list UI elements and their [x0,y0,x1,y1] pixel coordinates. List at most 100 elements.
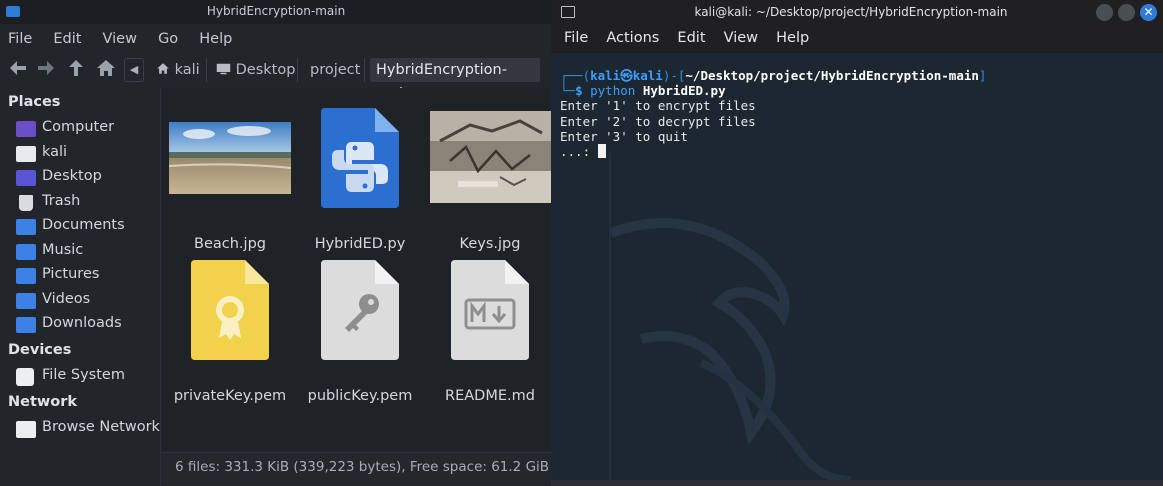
term-menu-actions[interactable]: Actions [606,25,659,51]
sidebar-item-label: Videos [42,291,91,307]
file-name: HybridED.py [314,236,406,252]
maximize-button[interactable] [1118,4,1135,21]
command-arg: HybridED.py [642,83,726,99]
minimize-button[interactable] [1096,4,1113,21]
places-header: Places [8,94,61,110]
fm-menu-view[interactable]: View [103,26,137,52]
fm-titlebar[interactable]: HybridEncryption-main [0,0,552,24]
term-menu-edit[interactable]: Edit [677,25,705,51]
breadcrumb-kali[interactable]: kali [150,58,206,82]
fm-menubar: File Edit View Go Help [0,26,552,52]
sidebar-item-label: Music [42,242,84,258]
sidebar-item-videos[interactable]: Videos [16,290,156,312]
chevron-left-icon[interactable]: ◀ [124,58,144,82]
term-menu-file[interactable]: File [564,25,588,51]
fm-toolbar: ◀ kali Desktop project HybridEncryption-… [0,54,552,102]
file-privatekey-pem[interactable]: privateKey.pem [165,258,295,408]
terminal-output[interactable]: ┌──(kali㉿kali)-[~/Desktop/project/Hybrid… [551,53,1163,480]
network-header: Network [8,394,78,410]
sidebar-item-downloads[interactable]: Downloads [16,314,156,336]
sidebar-item-pictures[interactable]: Pictures [16,265,156,287]
term-bottom-border [551,480,1163,486]
sidebar-item-label: Documents [42,217,125,233]
desktop-icon [216,63,231,75]
videos-folder-icon [16,293,36,309]
devices-header: Devices [8,342,72,358]
home-icon [157,63,169,74]
python-file-icon [321,108,399,208]
home-folder-icon [16,146,36,162]
sidebar-item-label: kali [42,144,68,160]
file-publickey-pem[interactable]: publicKey.pem [295,258,425,408]
drive-icon [16,368,34,386]
breadcrumb-desktop[interactable]: Desktop [210,58,301,82]
input-prompt: ...: [560,144,598,160]
music-folder-icon [16,244,36,260]
home-icon[interactable] [94,58,118,82]
image-thumbnail [169,122,291,194]
sidebar-item-desktop[interactable]: Desktop [16,167,156,189]
file-hybrided-py[interactable]: HybridED.py [295,106,425,256]
terminal-text: ┌──(kali㉿kali)-[~/Desktop/project/Hybrid… [560,68,987,160]
prompt-user-host: kali㉿kali [590,68,663,83]
fm-file-grid: Beach.jpg HybridED.py Keys.jpg privateKe… [162,88,552,450]
breadcrumb-project[interactable]: project [304,58,366,82]
sidebar-item-label: Browse Network [42,419,160,435]
file-name: publicKey.pem [307,388,413,404]
fm-menu-help[interactable]: Help [199,26,232,52]
sidebar-item-label: Computer [42,119,115,135]
back-arrow-icon[interactable] [6,58,30,82]
file-beach-jpg[interactable]: Beach.jpg [165,106,295,256]
sidebar-item-documents[interactable]: Documents [16,216,156,238]
prompt-path: ~/Desktop/project/HybridEncryption-main [685,68,979,83]
terminal-window: kali@kali: ~/Desktop/project/HybridEncry… [551,0,1163,486]
fm-menu-file[interactable]: File [8,26,32,52]
sidebar-item-label: Trash [42,193,81,209]
output-line: Enter '2' to decrypt files [560,113,756,129]
file-manager-window: HybridEncryption-main File Edit View Go … [0,0,552,486]
text-cursor [597,144,606,159]
status-text: 6 files: 331.3 KiB (339,223 bytes), Free… [175,459,550,475]
fm-statusbar: 6 files: 331.3 KiB (339,223 bytes), Free… [162,452,552,482]
sidebar-item-music[interactable]: Music [16,241,156,263]
image-thumbnail [430,111,552,203]
file-keys-jpg[interactable]: Keys.jpg [425,106,555,256]
sidebar-item-label: Pictures [42,266,100,282]
term-titlebar[interactable]: kali@kali: ~/Desktop/project/HybridEncry… [551,0,1163,25]
fm-sidebar: Places Computer kali Desktop Trash Docum… [0,88,161,486]
sidebar-item-file-system[interactable]: File System [16,366,156,388]
term-menu-view[interactable]: View [724,25,758,51]
fm-menu-go[interactable]: Go [158,26,178,52]
file-name: Keys.jpg [459,236,521,252]
close-button[interactable]: ✕ [1140,4,1157,21]
term-menu-help[interactable]: Help [776,25,809,51]
term-menubar: File Actions Edit View Help [551,25,1163,53]
command-name: python [590,83,636,99]
downloads-folder-icon [16,317,36,333]
file-readme-md[interactable]: README.md [425,258,555,408]
fm-window-title: HybridEncryption-main [206,4,346,18]
trash-icon [19,195,33,211]
fm-menu-edit[interactable]: Edit [53,26,81,52]
documents-folder-icon [16,219,36,235]
output-line: Enter '1' to encrypt files [560,98,756,114]
forward-arrow-icon[interactable] [34,58,58,82]
output-line: Enter '3' to quit [560,128,688,144]
sidebar-item-label: Downloads [42,315,122,331]
certificate-file-icon [191,260,269,360]
network-icon [16,421,36,438]
breadcrumb-label: Desktop [235,62,296,78]
sidebar-item-label: Desktop [42,168,102,184]
computer-icon [16,121,36,137]
sidebar-item-computer[interactable]: Computer [16,118,156,140]
key-file-icon [321,260,399,360]
sidebar-item-kali[interactable]: kali [16,143,156,165]
sidebar-item-label: File System [42,367,125,383]
breadcrumb-divider [364,58,365,82]
up-arrow-icon[interactable] [64,58,88,82]
file-name: privateKey.pem [173,388,287,404]
terminal-icon [561,6,575,18]
breadcrumb-current[interactable]: HybridEncryption-main [370,58,540,102]
sidebar-item-trash[interactable]: Trash [16,192,156,214]
sidebar-item-browse-network[interactable]: Browse Network [16,418,160,440]
